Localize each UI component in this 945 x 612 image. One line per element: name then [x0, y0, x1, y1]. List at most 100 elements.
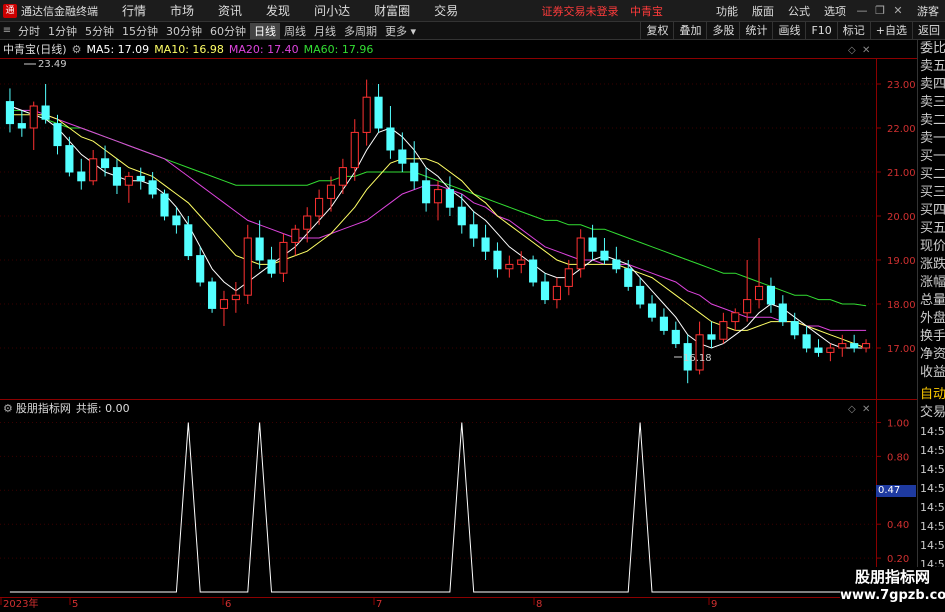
expand-diamond-icon[interactable]: ◇: [848, 45, 856, 56]
candle-body: [89, 158, 98, 182]
candle-body: [410, 162, 419, 182]
ma-info-line: 中青宝(日线) ⚙ MA5: 17.09 MA10: 16.98 MA20: 1…: [3, 41, 378, 57]
ma10-value: MA10: 16.98: [154, 42, 224, 56]
indicator-grid: [0, 421, 881, 559]
candle-body: [255, 237, 264, 261]
date-label: 2023年: [3, 597, 38, 609]
trade-label-1[interactable]: 交易: [918, 404, 945, 422]
candle-body: [101, 158, 110, 169]
candle-body: [65, 145, 74, 173]
settings-gear-icon[interactable]: ⚙: [72, 43, 82, 56]
indicator-label: 0.20: [887, 554, 909, 565]
candle-body: [29, 105, 38, 129]
candle-body: [612, 259, 621, 270]
ma-lines: [9, 105, 867, 349]
candle-body: [588, 237, 597, 252]
candle-body: [754, 285, 764, 301]
candle-body: [826, 347, 835, 353]
candle-body: [552, 285, 561, 301]
candle-body: [326, 184, 336, 199]
price-label: 21.00: [887, 168, 916, 179]
quote-label-17: 净资: [920, 347, 945, 362]
candle-body: [445, 189, 454, 208]
ind-expand-diamond-icon[interactable]: ◇: [848, 404, 856, 415]
watermark-line1: 股朋指标网: [854, 568, 930, 586]
price-label: 23.00: [887, 80, 916, 91]
candle-body: [160, 193, 169, 217]
resonance-line: [9, 422, 867, 593]
candle-body: [17, 123, 26, 129]
candle-body: [5, 101, 15, 125]
date-axis-labels: 2023年 5 6 7 8 9: [0, 597, 717, 609]
ma20-value: MA20: 17.40: [228, 42, 299, 56]
candle-body: [196, 255, 205, 283]
candle-body: [540, 281, 550, 301]
candle-body: [184, 224, 193, 257]
candle-body: [231, 294, 240, 301]
date-label: 5: [72, 599, 78, 609]
indicator-info-line: ⚙ 股朋指标网 共振: 0.00: [3, 400, 130, 416]
candle-body: [671, 329, 680, 345]
watermark-line2: www.7gpzb.com: [840, 588, 945, 603]
price-label: 17.00: [887, 344, 916, 355]
candle-body: [766, 285, 775, 305]
candle-body: [647, 303, 657, 318]
candle-body: [529, 259, 538, 283]
candle-body: [719, 321, 728, 340]
watermark: 股朋指标网 www.7gpzb.com: [840, 567, 945, 609]
tick-time-1: 14:56: [920, 444, 945, 457]
price-label: 19.00: [887, 256, 916, 267]
candle-body: [838, 343, 847, 349]
chart-close-icon[interactable]: ✕: [862, 45, 870, 56]
date-label: 9: [711, 599, 717, 609]
stock-title[interactable]: 中青宝(日线): [3, 41, 67, 57]
indicator-gear-icon[interactable]: ⚙: [3, 402, 13, 415]
quote-label-3: 卖三: [920, 95, 945, 110]
candle-body: [315, 197, 324, 217]
chart-canvas[interactable]: 23.00 22.00 21.00 20.00 19.00 18.00 17.00 1.00…: [0, 0, 945, 609]
candle-body: [338, 167, 347, 186]
candle-body: [790, 321, 799, 336]
high-price-mark: 23.49: [38, 59, 67, 70]
candle-body: [303, 215, 312, 230]
candle-body: [481, 237, 490, 252]
quote-label-10: 买五: [920, 221, 945, 236]
quote-label-4: 卖二: [920, 113, 945, 128]
quote-label-5: 卖一: [920, 131, 945, 146]
candle-body: [386, 127, 395, 151]
quote-label-18: 收益: [920, 365, 945, 380]
candle-body: [778, 303, 787, 323]
candle-body: [148, 180, 157, 195]
candle-body: [576, 237, 585, 270]
trade-label-0[interactable]: 自动: [918, 386, 945, 404]
candle-body: [457, 206, 466, 226]
candle-body: [659, 316, 668, 331]
candle-body: [624, 268, 633, 287]
ma5-line: [9, 105, 867, 349]
quote-label-6: 买一: [920, 149, 945, 164]
quote-label-15: 外盘: [920, 311, 945, 326]
quote-label-7: 买二: [920, 167, 945, 182]
candle-body: [362, 96, 371, 133]
candle-body: [493, 250, 502, 270]
indicator-current-tag: 0.47: [876, 485, 916, 497]
candle-body: [172, 215, 181, 226]
quote-panel: 委比 卖五 卖四 卖三 卖二 卖一 买一 买二 买三 买四 买五 现价 涨跌 涨幅 总量 外盘 换手 净资 收益 自…: [917, 40, 945, 609]
candle-body: [433, 189, 443, 204]
tick-time-5: 14:56: [920, 520, 945, 533]
candle-body: [850, 343, 859, 349]
ind-close-icon[interactable]: ✕: [862, 404, 870, 415]
candle-body: [279, 241, 288, 274]
candle-body: [517, 259, 526, 265]
candle-body: [743, 299, 752, 314]
indicator-name[interactable]: 股朋指标网: [16, 400, 71, 416]
tick-time-0: 14:56: [920, 425, 945, 438]
low-price-mark: 16.18: [683, 353, 712, 364]
candle-body: [802, 334, 811, 349]
quote-label-11: 现价: [920, 239, 945, 254]
indicator-label: 0.40: [887, 520, 909, 531]
candle-body: [219, 299, 229, 309]
date-label: 8: [536, 599, 542, 609]
candle-body: [291, 228, 300, 243]
candle-body: [77, 171, 86, 182]
